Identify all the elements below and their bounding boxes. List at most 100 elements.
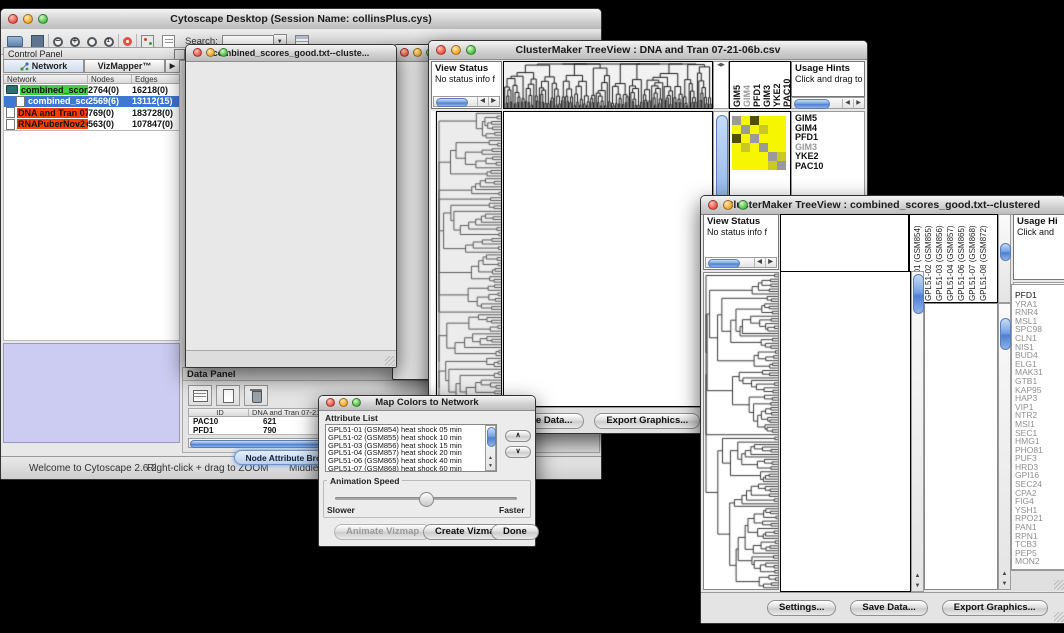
- resize-grip[interactable]: [1054, 580, 1064, 590]
- attribute-item[interactable]: GPL51-03 (GSM856) heat shock 15 min: [328, 442, 494, 450]
- minimize-button[interactable]: [413, 48, 422, 57]
- zoom-button[interactable]: [352, 398, 361, 407]
- submatrix-cell[interactable]: [741, 143, 750, 152]
- close-button[interactable]: [708, 200, 718, 210]
- submatrix-cell[interactable]: [741, 152, 750, 161]
- genelist-vscrollbar[interactable]: ▲ ▼: [998, 303, 1011, 590]
- submatrix-cell[interactable]: [750, 143, 759, 152]
- zoom-selected-icon[interactable]: [87, 37, 97, 47]
- scroll-left-icon[interactable]: ◀: [754, 258, 764, 267]
- submatrix-cell[interactable]: [750, 116, 759, 125]
- array-scroll-gutter[interactable]: ◀▶: [713, 61, 729, 109]
- scroll-up-icon[interactable]: ▲: [486, 455, 495, 461]
- data-col-id[interactable]: ID: [189, 409, 249, 416]
- submatrix-cell[interactable]: [777, 152, 786, 161]
- expression-heatmap[interactable]: [781, 272, 910, 591]
- col-edges[interactable]: Edges: [132, 75, 179, 83]
- submatrix-cell[interactable]: [759, 143, 768, 152]
- table-mode-icon[interactable]: [188, 385, 212, 406]
- network-list-row[interactable]: combined_scores2764(0)16218(0): [4, 84, 179, 96]
- zoom-out-icon[interactable]: −: [53, 37, 63, 47]
- network-overview-panel[interactable]: [3, 343, 180, 443]
- array-dendrogram[interactable]: [504, 62, 712, 108]
- move-up-button[interactable]: ∧: [505, 430, 531, 442]
- zoomed-heatmap[interactable]: [927, 308, 990, 569]
- submatrix-cell[interactable]: [777, 116, 786, 125]
- attribute-list[interactable]: GPL51-01 (GSM854) heat shock 05 minGPL51…: [325, 424, 497, 472]
- submatrix-cell[interactable]: [732, 116, 741, 125]
- close-button[interactable]: [436, 45, 446, 55]
- resize-grip[interactable]: [385, 356, 395, 366]
- tab-vizmapper[interactable]: VizMapper™: [84, 59, 165, 73]
- gene-dendrogram[interactable]: [704, 273, 778, 589]
- zoom-button[interactable]: [219, 48, 228, 57]
- minimize-button[interactable]: [451, 45, 461, 55]
- submatrix-cell[interactable]: [777, 134, 786, 143]
- attribute-item[interactable]: GPL51-02 (GSM855) heat shock 10 min: [328, 434, 494, 442]
- attribute-item[interactable]: GPL51-06 (GSM865) heat shock 40 min: [328, 457, 494, 465]
- resize-grip[interactable]: [1054, 612, 1064, 622]
- done-button[interactable]: Done: [491, 524, 539, 540]
- minimize-button[interactable]: [339, 398, 348, 407]
- zoom-fit-icon[interactable]: 1: [104, 37, 114, 47]
- attribute-item[interactable]: GPL51-07 (GSM868) heat shock 60 min: [328, 465, 494, 472]
- move-down-button[interactable]: ∨: [505, 446, 531, 458]
- delete-attribute-icon[interactable]: [244, 385, 268, 406]
- submatrix-cell[interactable]: [768, 161, 777, 170]
- submatrix-cell[interactable]: [759, 134, 768, 143]
- button-save-data[interactable]: Save Data...: [850, 600, 927, 616]
- submatrix-cell[interactable]: [732, 125, 741, 134]
- submatrix-cell[interactable]: [732, 161, 741, 170]
- gene-list-item[interactable]: MON2: [1012, 557, 1064, 566]
- submatrix-cell[interactable]: [768, 143, 777, 152]
- animation-speed-slider-thumb[interactable]: [419, 492, 434, 507]
- scroll-right-icon[interactable]: ▶: [488, 97, 498, 106]
- submatrix-cell[interactable]: [768, 116, 777, 125]
- scroll-right-icon[interactable]: ▶: [765, 258, 775, 267]
- network-list-row[interactable]: combined_sco2569(6)13112(15): [4, 96, 179, 108]
- attribute-list-scrollbar[interactable]: ▲ ▼: [485, 425, 496, 471]
- button-settings[interactable]: Settings...: [767, 600, 836, 616]
- network-list-row[interactable]: DNA and Tran 07769(0)183728(0): [4, 107, 179, 119]
- col-network[interactable]: Network: [4, 75, 88, 83]
- col-nodes[interactable]: Nodes: [88, 75, 132, 83]
- network-window-titlebar[interactable]: combined_scores_good.txt--cluste...: [186, 45, 396, 62]
- scroll-up-icon[interactable]: ▲: [999, 571, 1010, 577]
- scroll-right-icon[interactable]: ▶: [853, 99, 863, 108]
- tab-overflow-button[interactable]: ▶: [165, 59, 180, 73]
- submatrix-cell[interactable]: [768, 134, 777, 143]
- submatrix-cell[interactable]: [768, 125, 777, 134]
- network-list-row[interactable]: RNAPuberNov2+563(0)107847(0): [4, 119, 179, 131]
- submatrix-cell[interactable]: [759, 116, 768, 125]
- submatrix-cell[interactable]: [750, 134, 759, 143]
- help-icon[interactable]: [123, 37, 132, 46]
- correlation-submatrix[interactable]: [732, 116, 786, 170]
- tab-network[interactable]: Network: [3, 59, 84, 73]
- submatrix-cell[interactable]: [750, 125, 759, 134]
- submatrix-cell[interactable]: [732, 134, 741, 143]
- submatrix-cell[interactable]: [759, 125, 768, 134]
- close-button[interactable]: [193, 48, 202, 57]
- close-button[interactable]: [326, 398, 335, 407]
- animate-vizmap-button[interactable]: Animate Vizmap: [334, 524, 431, 540]
- minimize-button[interactable]: [723, 200, 733, 210]
- attribute-item[interactable]: GPL51-01 (GSM854) heat shock 05 min: [328, 426, 494, 434]
- submatrix-cell[interactable]: [768, 152, 777, 161]
- submatrix-cell[interactable]: [732, 143, 741, 152]
- dialog-titlebar[interactable]: Map Colors to Network: [319, 396, 535, 411]
- submatrix-cell[interactable]: [750, 152, 759, 161]
- network-canvas[interactable]: [187, 63, 393, 349]
- close-button[interactable]: [8, 14, 18, 24]
- main-titlebar[interactable]: Cytoscape Desktop (Session Name: collins…: [1, 9, 601, 30]
- zoom-button[interactable]: [738, 200, 748, 210]
- open-icon[interactable]: [7, 36, 23, 47]
- submatrix-cell[interactable]: [777, 143, 786, 152]
- minimize-button[interactable]: [206, 48, 215, 57]
- gene-list-item[interactable]: PAC10: [792, 162, 864, 172]
- new-attribute-icon[interactable]: [216, 385, 240, 406]
- submatrix-cell[interactable]: [741, 125, 750, 134]
- treeview-combined-titlebar[interactable]: ClusterMaker TreeView : combined_scores_…: [701, 196, 1064, 215]
- close-button[interactable]: [400, 48, 409, 57]
- expression-heatmap[interactable]: [504, 112, 712, 406]
- treeview-dna-titlebar[interactable]: ClusterMaker TreeView : DNA and Tran 07-…: [429, 41, 867, 60]
